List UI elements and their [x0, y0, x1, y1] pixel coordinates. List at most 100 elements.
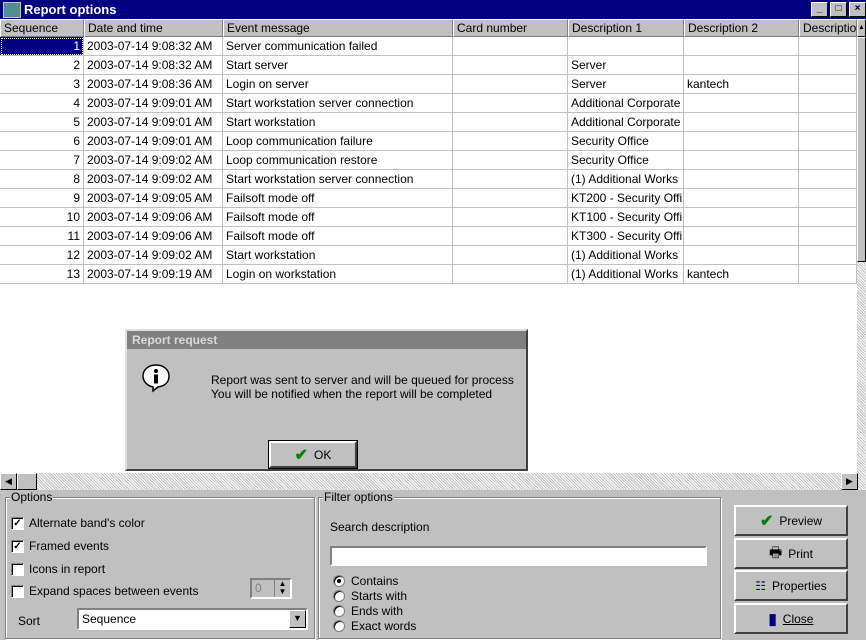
framed-events-checkbox[interactable]: ✓ Framed events [11, 539, 109, 553]
vertical-scrollbar[interactable] [857, 37, 866, 473]
table-cell[interactable]: Start workstation server connection [223, 170, 453, 189]
column-header[interactable]: Description 2 [684, 19, 799, 37]
chevron-down-icon[interactable]: ▼ [289, 610, 306, 628]
table-cell[interactable]: 2003-07-14 9:08:36 AM [84, 75, 223, 94]
table-cell[interactable] [453, 132, 568, 151]
minimize-button[interactable]: _ [811, 2, 828, 17]
table-cell[interactable]: 2003-07-14 9:09:02 AM [84, 151, 223, 170]
table-row[interactable]: 8 2003-07-14 9:09:02 AM Start workstation … [0, 170, 857, 189]
table-cell[interactable] [453, 265, 568, 284]
column-header[interactable]: Sequence [0, 19, 84, 37]
table-cell[interactable]: Additional Corporate [568, 113, 684, 132]
preview-button[interactable]: ✔ Preview [734, 505, 848, 536]
alternate-color-checkbox[interactable]: ✓ Alternate band's color [11, 516, 145, 530]
table-cell[interactable] [684, 227, 799, 246]
table-cell[interactable]: Loop communication restore [223, 151, 453, 170]
table-cell[interactable] [799, 208, 857, 227]
maximize-button[interactable]: □ [830, 2, 847, 17]
table-cell[interactable]: 2003-07-14 9:09:02 AM [84, 246, 223, 265]
table-cell[interactable]: 2003-07-14 9:09:05 AM [84, 189, 223, 208]
table-cell[interactable]: 10 [0, 208, 84, 227]
table-cell[interactable]: 13 [0, 265, 84, 284]
table-cell[interactable]: Failsoft mode off [223, 227, 453, 246]
table-cell[interactable] [799, 189, 857, 208]
close-button[interactable]: ▮ Close [734, 603, 848, 634]
table-cell[interactable]: 2003-07-14 9:09:06 AM [84, 227, 223, 246]
table-cell[interactable] [684, 189, 799, 208]
table-cell[interactable] [799, 75, 857, 94]
table-cell[interactable] [453, 151, 568, 170]
print-button[interactable]: 🖶 Print [734, 538, 848, 569]
table-cell[interactable]: Login on workstation [223, 265, 453, 284]
table-row[interactable]: 2 2003-07-14 9:08:32 AM Start server Server [0, 56, 857, 75]
table-cell[interactable] [684, 56, 799, 75]
filter-radio-option[interactable]: Contains [333, 574, 398, 588]
table-cell[interactable]: kantech [684, 75, 799, 94]
column-header[interactable]: Descriptio [799, 19, 857, 37]
table-cell[interactable]: 5 [0, 113, 84, 132]
table-cell[interactable]: 1 [0, 37, 84, 56]
table-cell[interactable]: 2003-07-14 9:09:02 AM [84, 170, 223, 189]
table-cell[interactable]: (1) Additional Works [568, 265, 684, 284]
table-cell[interactable] [684, 208, 799, 227]
expand-spaces-checkbox[interactable]: Expand spaces between events [11, 584, 198, 598]
table-cell[interactable]: 4 [0, 94, 84, 113]
radio-button[interactable] [333, 590, 345, 602]
table-cell[interactable]: Failsoft mode off [223, 208, 453, 227]
close-window-button[interactable]: × [849, 2, 866, 17]
scroll-up-icon[interactable]: ▲ [857, 19, 866, 37]
table-cell[interactable]: KT200 - Security Offi [568, 189, 684, 208]
table-cell[interactable]: kantech [684, 265, 799, 284]
horizontal-scrollbar[interactable]: ◀ ▶ [0, 473, 866, 490]
icons-in-report-checkbox[interactable]: Icons in report [11, 562, 105, 576]
table-cell[interactable] [453, 170, 568, 189]
table-cell[interactable]: 2003-07-14 9:09:01 AM [84, 94, 223, 113]
table-cell[interactable]: Loop communication failure [223, 132, 453, 151]
table-cell[interactable]: 2003-07-14 9:09:06 AM [84, 208, 223, 227]
table-cell[interactable]: Start server [223, 56, 453, 75]
table-cell[interactable]: 9 [0, 189, 84, 208]
table-cell[interactable] [799, 227, 857, 246]
table-cell[interactable]: Failsoft mode off [223, 189, 453, 208]
table-cell[interactable] [453, 37, 568, 56]
checkbox-alternate[interactable]: ✓ [11, 516, 24, 530]
table-cell[interactable]: 2003-07-14 9:09:01 AM [84, 113, 223, 132]
table-cell[interactable] [684, 151, 799, 170]
table-row[interactable]: 5 2003-07-14 9:09:01 AM Start workstation A… [0, 113, 857, 132]
table-cell[interactable]: 2003-07-14 9:09:19 AM [84, 265, 223, 284]
radio-button[interactable] [333, 575, 345, 587]
scroll-right-button[interactable]: ▶ [841, 473, 858, 490]
table-cell[interactable] [799, 265, 857, 284]
table-cell[interactable]: KT300 - Security Offi [568, 227, 684, 246]
table-cell[interactable]: Start workstation server connection [223, 94, 453, 113]
table-cell[interactable]: 2 [0, 56, 84, 75]
sort-select[interactable]: Sequence ▼ [77, 608, 308, 630]
table-cell[interactable]: 12 [0, 246, 84, 265]
properties-button[interactable]: ☷ Properties [734, 570, 848, 601]
table-cell[interactable]: 3 [0, 75, 84, 94]
table-cell[interactable] [684, 170, 799, 189]
table-row[interactable]: 13 2003-07-14 9:09:19 AM Login on workstat… [0, 265, 857, 284]
table-cell[interactable] [799, 113, 857, 132]
table-cell[interactable] [684, 246, 799, 265]
table-cell[interactable]: 8 [0, 170, 84, 189]
spacing-stepper[interactable]: 0 ▲ ▼ [250, 578, 292, 599]
table-row[interactable]: 10 2003-07-14 9:09:06 AM Failsoft mode off… [0, 208, 857, 227]
column-header[interactable]: Description 1 [568, 19, 684, 37]
table-cell[interactable]: Start workstation [223, 113, 453, 132]
table-cell[interactable] [799, 151, 857, 170]
horizontal-scroll-thumb[interactable] [17, 473, 37, 490]
table-cell[interactable] [453, 94, 568, 113]
table-cell[interactable]: 7 [0, 151, 84, 170]
table-cell[interactable]: Server [568, 56, 684, 75]
filter-radio-option[interactable]: Ends with [333, 604, 403, 618]
table-row[interactable]: 3 2003-07-14 9:08:36 AM Login on server Ser… [0, 75, 857, 94]
table-cell[interactable]: 2003-07-14 9:08:32 AM [84, 56, 223, 75]
table-cell[interactable] [453, 227, 568, 246]
column-header[interactable]: Date and time [84, 19, 223, 37]
table-cell[interactable]: Start workstation [223, 246, 453, 265]
table-cell[interactable] [453, 113, 568, 132]
radio-button[interactable] [333, 605, 345, 617]
table-cell[interactable]: Login on server [223, 75, 453, 94]
ok-button[interactable]: ✔ OK [268, 440, 358, 469]
